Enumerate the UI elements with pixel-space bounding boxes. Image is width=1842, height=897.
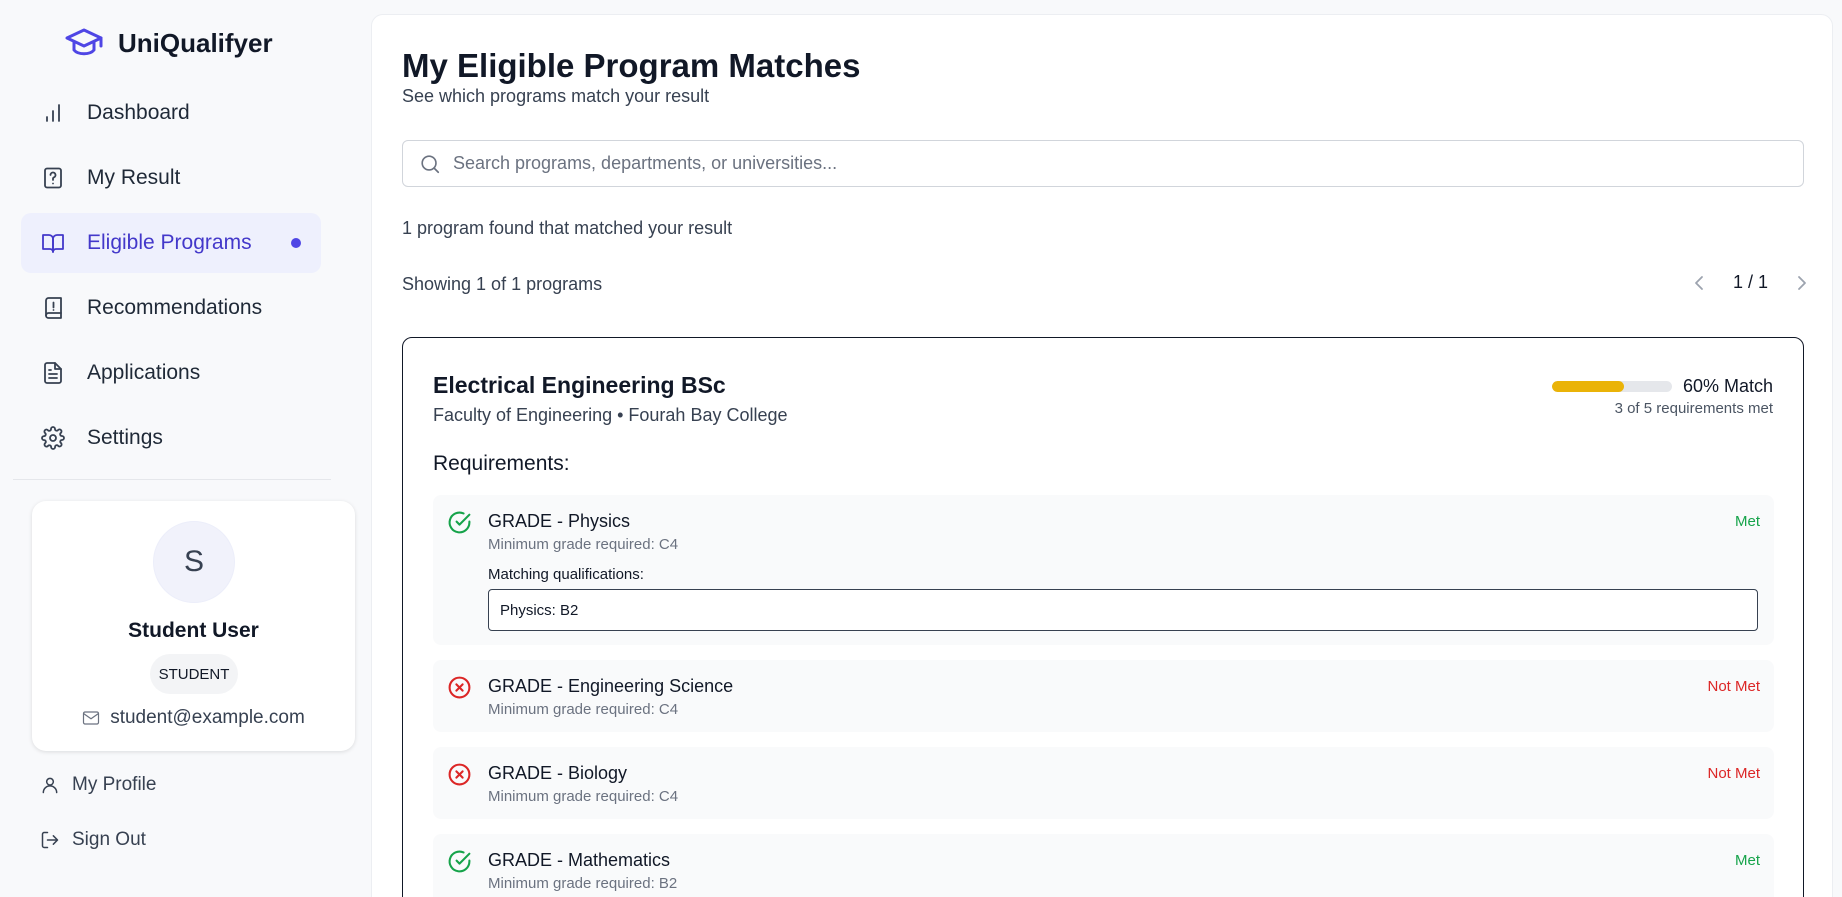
sidebar-divider — [13, 479, 331, 480]
search-box[interactable] — [402, 140, 1804, 187]
sidebar-nav: Dashboard My Result Eligible Programs Re… — [21, 83, 321, 473]
page-indicator: 1 / 1 — [1732, 272, 1768, 292]
requirement-status: Met — [1734, 513, 1760, 530]
sidebar-item-label: Eligible Programs — [87, 231, 252, 254]
graduation-cap-icon — [65, 28, 103, 56]
matching-qualifications-label: Matching qualifications: — [488, 566, 644, 583]
profile-card: S Student User STUDENT student@example.c… — [32, 501, 355, 751]
program-subtitle: Faculty of Engineering • Fourah Bay Coll… — [433, 405, 788, 425]
requirements-met-text: 3 of 5 requirements met — [1614, 400, 1773, 417]
main-panel: My Eligible Program Matches See which pr… — [371, 14, 1833, 897]
x-circle-icon — [448, 676, 471, 699]
search-icon — [421, 154, 440, 173]
requirement-minimum: Minimum grade required: C4 — [488, 701, 679, 718]
brand[interactable]: UniQualifyer — [64, 26, 273, 60]
my-profile-link[interactable]: My Profile — [40, 774, 156, 796]
requirement-minimum: Minimum grade required: B2 — [488, 875, 678, 892]
program-title: Electrical Engineering BSc — [433, 372, 726, 398]
requirements-list: GRADE - Physics Minimum grade required: … — [433, 495, 1774, 897]
user-icon — [42, 777, 58, 794]
requirement-item: GRADE - Mathematics Minimum grade requir… — [433, 834, 1774, 897]
active-indicator-dot — [291, 238, 301, 248]
requirement-title: GRADE - Biology — [488, 763, 628, 783]
my-profile-label: My Profile — [72, 774, 157, 795]
sidebar-item-label: Recommendations — [87, 296, 263, 319]
requirement-status: Not Met — [1707, 765, 1760, 782]
open-book-icon — [42, 234, 64, 253]
requirement-title: GRADE - Mathematics — [488, 850, 671, 870]
match-label: 60% Match — [1682, 376, 1773, 396]
search-input[interactable] — [453, 153, 1803, 174]
document-icon — [44, 362, 62, 384]
page-subtitle: See which programs match your result — [402, 86, 710, 106]
pagination: 1 / 1 — [1691, 272, 1810, 293]
bar-chart-icon — [46, 104, 60, 122]
profile-email: student@example.com — [110, 707, 305, 728]
matching-qualification-value: Physics: B2 — [488, 589, 1758, 631]
chevron-right-icon[interactable] — [1794, 274, 1810, 292]
mail-icon — [83, 711, 100, 725]
requirements-heading: Requirements: — [433, 452, 570, 475]
role-badge: STUDENT — [150, 654, 238, 694]
match-score: 60% Match 3 of 5 requirements met — [1551, 376, 1773, 417]
avatar: S — [153, 521, 235, 603]
check-circle-icon — [448, 850, 471, 873]
sidebar-item-label: Settings — [87, 426, 163, 449]
sign-out-icon — [41, 831, 59, 849]
brand-name: UniQualifyer — [118, 27, 273, 58]
profile-email-row: student@example.com — [32, 707, 355, 729]
program-card[interactable]: Electrical Engineering BSc Faculty of En… — [402, 337, 1804, 897]
requirement-item: GRADE - Physics Minimum grade required: … — [433, 495, 1774, 645]
sidebar: UniQualifyer Dashboard My Result Eligibl… — [0, 0, 360, 897]
sidebar-item-eligible-programs[interactable]: Eligible Programs — [21, 213, 321, 273]
sidebar-item-dashboard[interactable]: Dashboard — [21, 83, 321, 143]
match-progress-fill — [1551, 381, 1624, 392]
gear-icon — [41, 426, 65, 450]
sidebar-item-label: Applications — [87, 361, 201, 384]
sidebar-item-label: Dashboard — [87, 101, 190, 124]
book-alert-icon — [45, 297, 62, 319]
match-progress-bar — [1551, 381, 1672, 392]
sign-out-link[interactable]: Sign Out — [40, 829, 146, 851]
requirement-status: Met — [1734, 852, 1760, 869]
profile-name: Student User — [128, 619, 259, 642]
requirement-minimum: Minimum grade required: C4 — [488, 788, 679, 805]
sidebar-item-settings[interactable]: Settings — [21, 408, 321, 468]
sidebar-item-label: My Result — [87, 166, 181, 189]
requirement-status: Not Met — [1707, 678, 1760, 695]
sidebar-item-recommendations[interactable]: Recommendations — [21, 278, 321, 338]
requirement-title: GRADE - Engineering Science — [488, 676, 734, 696]
sign-out-label: Sign Out — [72, 829, 146, 850]
requirement-item: GRADE - Biology Minimum grade required: … — [433, 747, 1774, 819]
chevron-left-icon[interactable] — [1691, 274, 1707, 292]
requirement-title: GRADE - Physics — [488, 511, 631, 531]
x-circle-icon — [448, 763, 471, 786]
sidebar-item-my-result[interactable]: My Result — [21, 148, 321, 208]
sidebar-item-applications[interactable]: Applications — [21, 343, 321, 403]
check-circle-icon — [448, 511, 471, 534]
requirement-minimum: Minimum grade required: C4 — [488, 536, 679, 553]
help-file-icon — [44, 167, 62, 189]
results-found-text: 1 program found that matched your result — [402, 218, 733, 238]
results-showing-text: Showing 1 of 1 programs — [402, 274, 603, 294]
requirement-item: GRADE - Engineering Science Minimum grad… — [433, 660, 1774, 732]
page-title: My Eligible Program Matches — [402, 47, 861, 84]
